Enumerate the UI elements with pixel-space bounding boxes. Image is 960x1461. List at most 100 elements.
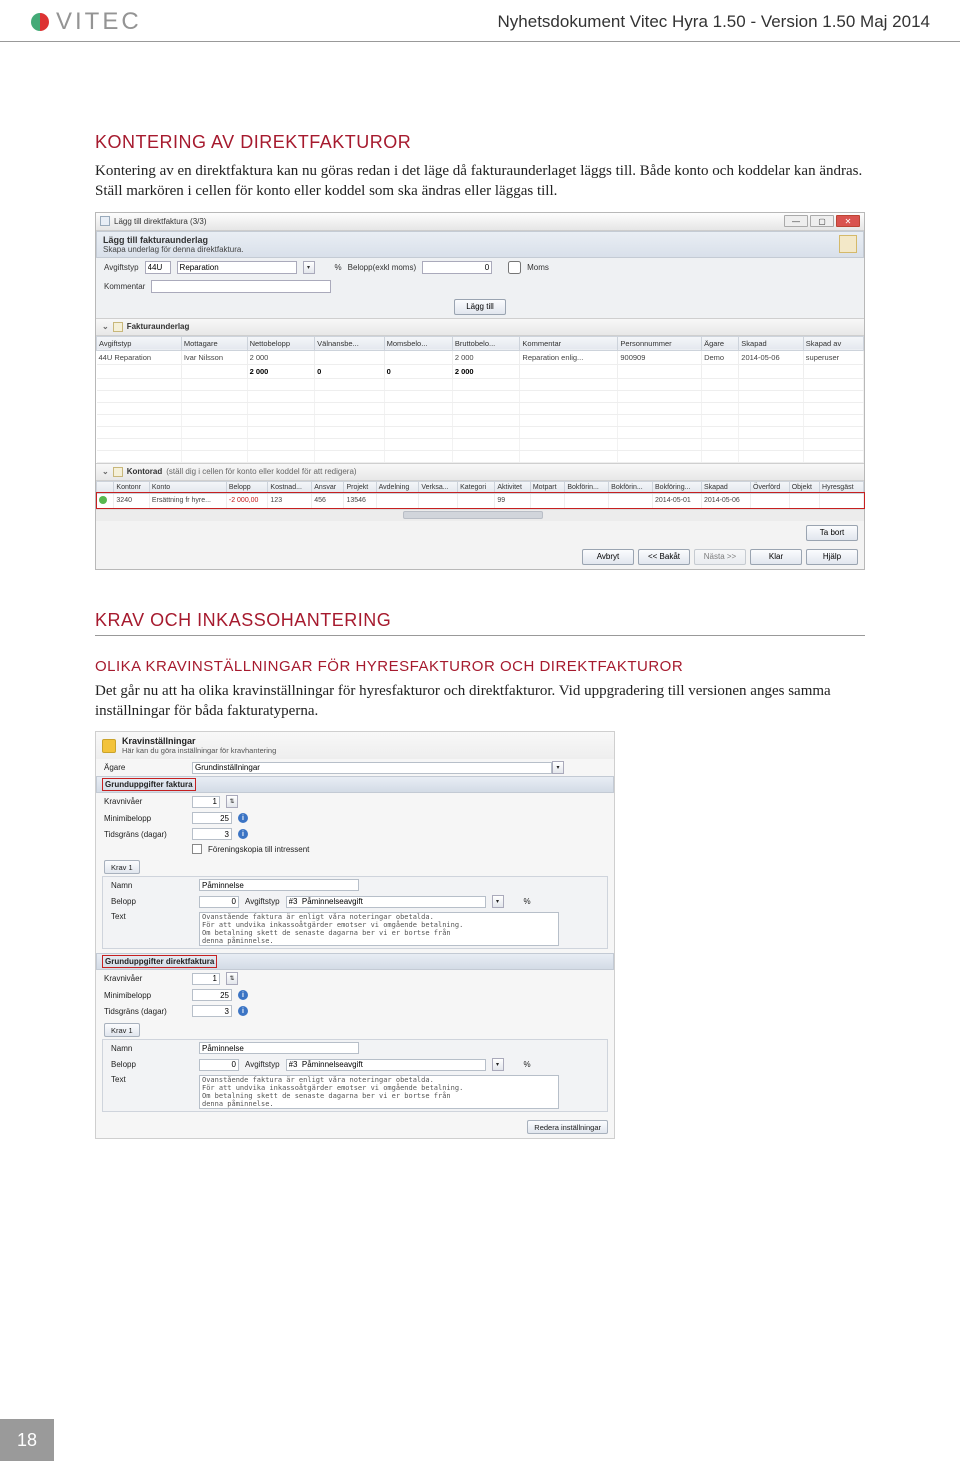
cancel-button[interactable]: Avbryt	[582, 549, 634, 565]
column-header[interactable]: Mottagare	[181, 336, 247, 350]
krav1b-tab[interactable]: Krav 1	[104, 1023, 140, 1037]
namn2-input[interactable]	[199, 1042, 359, 1054]
column-header[interactable]: Aktivitet	[495, 481, 530, 493]
sheet-icon	[113, 322, 123, 332]
table-row[interactable]: 44U ReparationIvar Nilsson2 0002 000Repa…	[97, 350, 864, 364]
minimibelopp-input[interactable]	[192, 812, 232, 824]
heading-kontering: KONTERING AV DIREKTFAKTUROR	[95, 132, 865, 153]
table-row[interactable]: 3240Ersättning fr hyre...-2 000,00123456…	[97, 493, 864, 508]
krav-header: Kravinställningar Här kan du göra instäl…	[96, 732, 614, 759]
famcheck-label: Föreningskopia till intressent	[208, 845, 309, 854]
delete-button[interactable]: Ta bort	[806, 525, 858, 541]
column-header[interactable]: Objekt	[789, 481, 819, 493]
close-icon[interactable]: ✕	[836, 215, 860, 227]
column-header[interactable]: Nettobelopp	[247, 336, 315, 350]
column-header[interactable]: Skapad	[739, 336, 804, 350]
minimibelopp-label-2: Minimibelopp	[104, 991, 186, 1000]
back-button[interactable]: << Bakåt	[638, 549, 690, 565]
column-header[interactable]: Kategori	[458, 481, 495, 493]
kontorad-hint: (ställ dig i cellen för konto eller kodd…	[166, 467, 356, 476]
avgiftstyp3-label: Avgiftstyp	[245, 1060, 280, 1069]
owner-label: Ägare	[104, 763, 186, 772]
namn-input[interactable]	[199, 879, 359, 891]
column-header[interactable]: Konto	[149, 481, 226, 493]
help-button[interactable]: Hjälp	[806, 549, 858, 565]
chevron-down-icon[interactable]: ▾	[552, 761, 564, 774]
column-header[interactable]: Skapad	[702, 481, 751, 493]
column-header[interactable]: Kontonr	[114, 481, 149, 493]
sheet-icon	[113, 467, 123, 477]
para-kontering: Kontering av en direktfaktura kan nu gör…	[95, 161, 865, 202]
minimibelopp2-input[interactable]	[192, 989, 232, 1001]
avgiftstyp2-select[interactable]	[286, 1059, 486, 1071]
column-header[interactable]: Avgiftstyp	[97, 336, 182, 350]
screenshot-kravinstallningar: Kravinställningar Här kan du göra instäl…	[95, 731, 615, 1139]
fakturaunderlag-bar[interactable]: ⌄ Fakturaunderlag	[96, 318, 864, 336]
column-header[interactable]: Projekt	[344, 481, 376, 493]
minimize-icon[interactable]: —	[784, 215, 808, 227]
belopp2-input[interactable]	[199, 1059, 239, 1071]
percent-icon: %	[335, 263, 342, 272]
column-header[interactable]: Belopp	[226, 481, 268, 493]
avgiftstyp-code-input[interactable]	[145, 261, 171, 274]
kommentar-input[interactable]	[151, 280, 331, 293]
text2-textarea[interactable]	[199, 1075, 559, 1109]
chevron-down-icon[interactable]: ▾	[492, 895, 504, 908]
spinner-icon[interactable]: ⇅	[226, 795, 238, 808]
text2-label: Text	[111, 1075, 193, 1084]
moms-checkbox[interactable]	[508, 261, 521, 274]
horizontal-scrollbar[interactable]	[96, 509, 864, 521]
column-header[interactable]: Skapad av	[803, 336, 863, 350]
redera-button[interactable]: Redera inställningar	[527, 1120, 608, 1134]
para-krav: Det går nu att ha olika kravinställninga…	[95, 681, 865, 722]
column-header[interactable]: Bokförin...	[609, 481, 653, 493]
amount-input[interactable]	[422, 261, 492, 274]
column-header[interactable]: Välnansbe...	[315, 336, 384, 350]
moms-label: Moms	[527, 263, 549, 272]
kravnivaer2-input[interactable]	[192, 973, 220, 985]
maximize-icon[interactable]: ▢	[810, 215, 834, 227]
band1-title: Lägg till fakturaunderlag	[103, 235, 208, 245]
info-icon: i	[238, 990, 248, 1000]
add-button[interactable]: Lägg till	[454, 299, 506, 315]
spinner-icon[interactable]: ⇅	[226, 972, 238, 985]
column-header[interactable]: Överförd	[751, 481, 790, 493]
document-pencil-icon	[839, 235, 857, 253]
column-header[interactable]: Bokföring...	[653, 481, 702, 493]
collapse-caret-icon: ⌄	[102, 322, 109, 331]
column-header[interactable]: Hyresgäst	[820, 481, 864, 493]
famcheck-checkbox[interactable]	[192, 844, 202, 854]
avgiftstyp-text-input[interactable]	[177, 261, 297, 274]
column-header[interactable]: Ansvar	[312, 481, 344, 493]
column-header[interactable]: Bruttobelo...	[452, 336, 520, 350]
column-header[interactable]: Kommentar	[520, 336, 618, 350]
column-header[interactable]: Momsbelo...	[384, 336, 452, 350]
chevron-down-icon[interactable]: ▾	[492, 1058, 504, 1071]
text-textarea[interactable]	[199, 912, 559, 946]
tidsgräns-input[interactable]	[192, 828, 232, 840]
column-header[interactable]: Verksa...	[419, 481, 458, 493]
next-button[interactable]: Nästa >>	[694, 549, 746, 565]
belopp2-label: Belopp	[111, 1060, 193, 1069]
done-button[interactable]: Klar	[750, 549, 802, 565]
column-header[interactable]: Kostnad...	[268, 481, 312, 493]
fakturaunderlag-grid: AvgiftstypMottagareNettobeloppVälnansbe.…	[96, 336, 864, 463]
kravnivaer-label-2: Kravnivåer	[104, 974, 186, 983]
column-header[interactable]: Bokförin...	[565, 481, 609, 493]
tidsgräns2-input[interactable]	[192, 1005, 232, 1017]
avgiftstyp-dropdown-icon[interactable]: ▾	[303, 261, 315, 274]
column-header[interactable]: Avdelning	[376, 481, 419, 493]
krav1-tab[interactable]: Krav 1	[104, 860, 140, 874]
belopp-input[interactable]	[199, 896, 239, 908]
table-row[interactable]: 2 000002 000	[97, 364, 864, 378]
avgiftstyp-select[interactable]	[286, 896, 486, 908]
tidsgräns-label-2: Tidsgräns (dagar)	[104, 1007, 186, 1016]
owner-select[interactable]	[192, 762, 552, 774]
column-header[interactable]: Personnummer	[618, 336, 702, 350]
column-header[interactable]: Motpart	[530, 481, 565, 493]
column-header[interactable]: Ägare	[702, 336, 739, 350]
column-header[interactable]	[97, 481, 114, 493]
kravnivaer-input[interactable]	[192, 796, 220, 808]
kontorad-bar[interactable]: ⌄ Kontorad (ställ dig i cellen för konto…	[96, 463, 864, 481]
belopp-label: Belopp	[111, 897, 193, 906]
